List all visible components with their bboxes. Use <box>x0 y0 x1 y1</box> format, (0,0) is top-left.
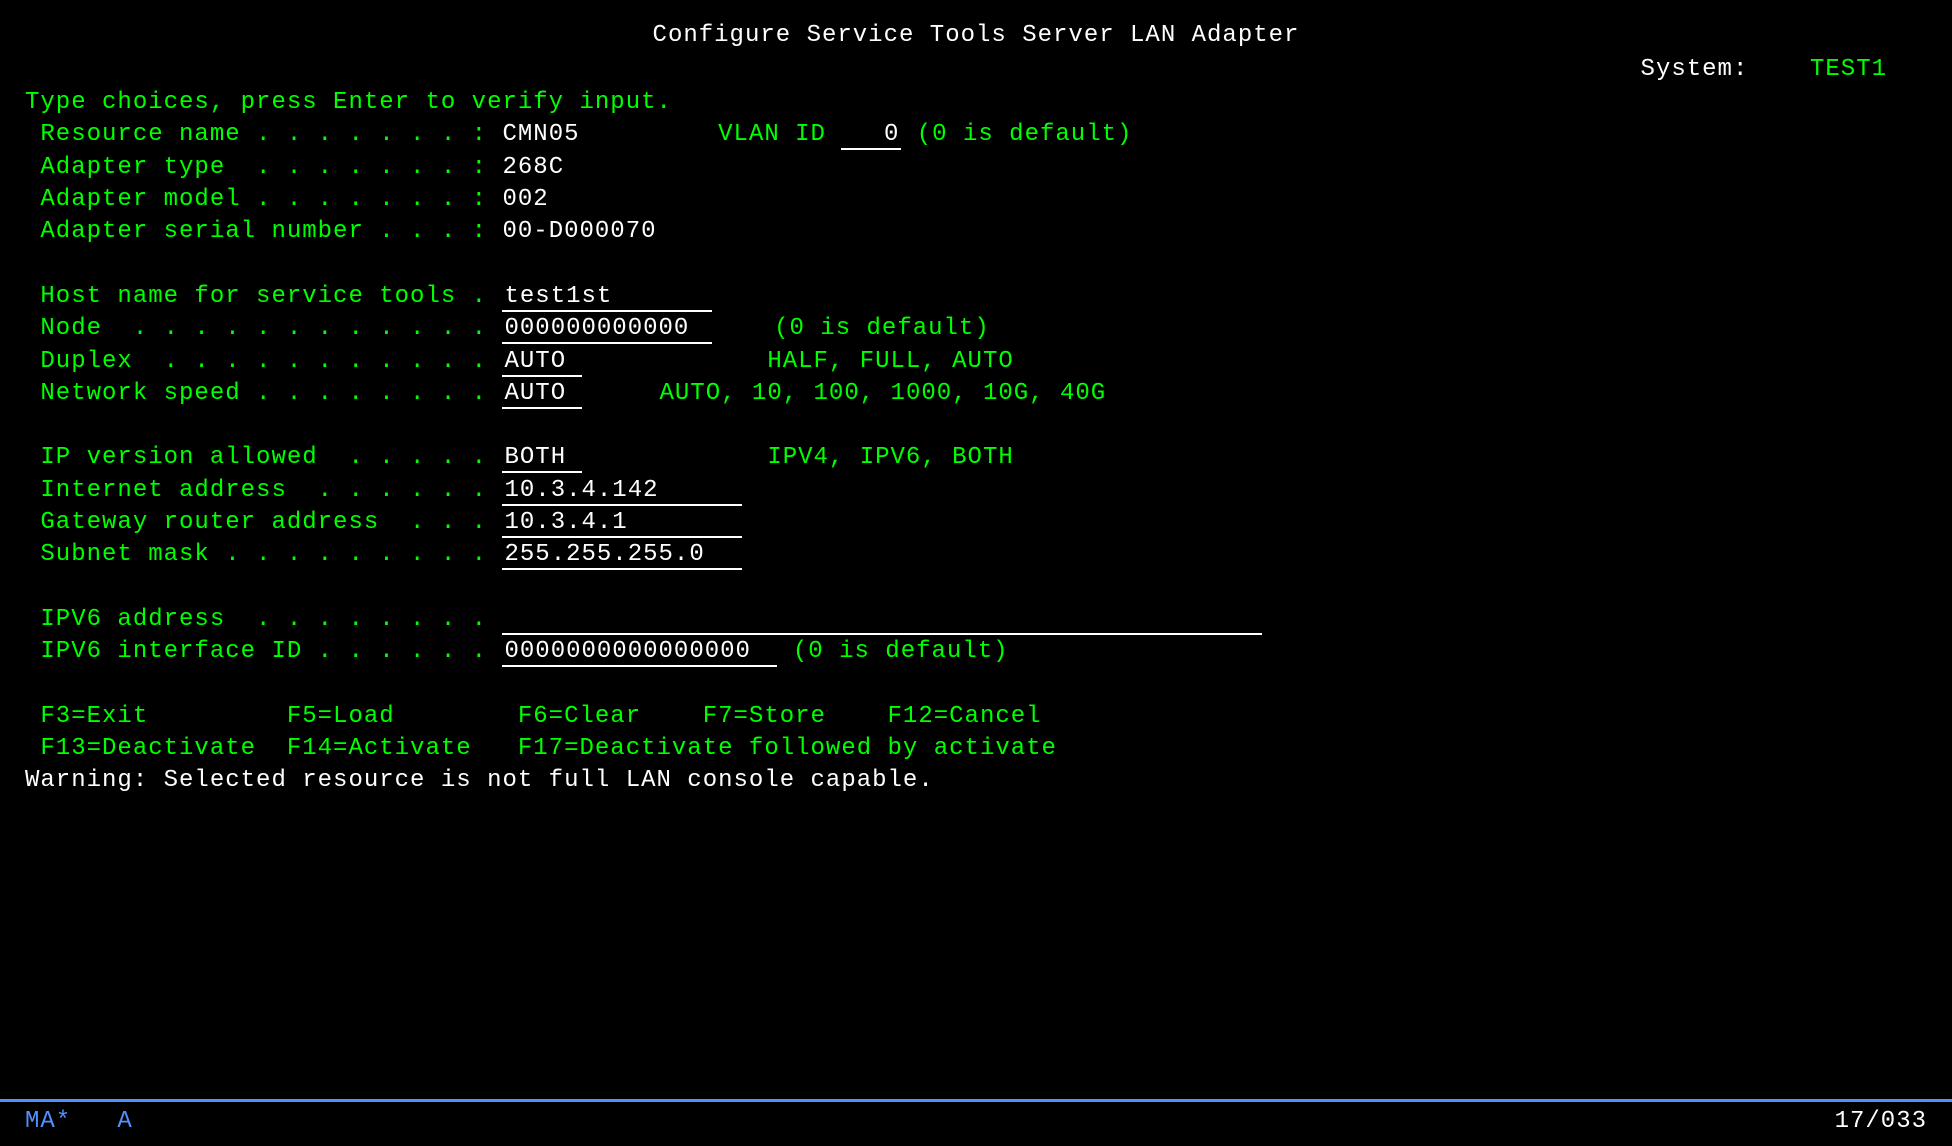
ipv6id-row: IPV6 interface ID . . . . . . (0 is defa… <box>25 636 1927 668</box>
adapter-model-label: Adapter model . . . . . . . : <box>25 186 487 213</box>
inet-row: Internet address . . . . . . <box>25 475 1927 507</box>
node-label: Node . . . . . . . . . . . . <box>25 315 487 342</box>
gateway-label: Gateway router address . . . <box>25 509 487 536</box>
status-left: MA* A <box>25 1106 133 1138</box>
netspeed-hint: AUTO, 10, 100, 1000, 10G, 40G <box>660 380 1107 407</box>
internet-address-input[interactable] <box>502 477 742 506</box>
hostname-input[interactable] <box>502 283 712 312</box>
resource-name-row: Resource name . . . . . . . : CMN05 VLAN… <box>25 119 1927 151</box>
vlan-id-input[interactable] <box>841 121 901 150</box>
node-input[interactable] <box>502 315 712 344</box>
gateway-address-input[interactable] <box>502 509 742 538</box>
gateway-row: Gateway router address . . . <box>25 507 1927 539</box>
netspeed-label: Network speed . . . . . . . . <box>25 380 487 407</box>
status-bar: MA* A 17/033 <box>0 1099 1952 1146</box>
ipv6id-label: IPV6 interface ID . . . . . . <box>25 638 487 665</box>
subnet-label: Subnet mask . . . . . . . . . <box>25 541 487 568</box>
hostname-row: Host name for service tools . <box>25 281 1927 313</box>
duplex-input[interactable] <box>502 348 582 377</box>
vlan-hint: (0 is default) <box>917 121 1133 148</box>
warning-message: Warning: Selected resource is not full L… <box>25 765 1927 797</box>
ip-version-input[interactable] <box>502 444 582 473</box>
ipv6-address-input[interactable] <box>502 606 1262 635</box>
network-speed-input[interactable] <box>502 380 582 409</box>
node-hint: (0 is default) <box>774 315 990 342</box>
ipv6-label: IPV6 address . . . . . . . . <box>25 606 487 633</box>
adapter-type-value: 268C <box>502 154 564 181</box>
hostname-label: Host name for service tools . <box>25 283 487 310</box>
adapter-type-label: Adapter type . . . . . . . : <box>25 154 487 181</box>
function-keys-line1[interactable]: F3=Exit F5=Load F6=Clear F7=Store F12=Ca… <box>25 701 1927 733</box>
adapter-serial-value: 00-D000070 <box>502 218 656 245</box>
ipver-label: IP version allowed . . . . . <box>25 444 487 471</box>
adapter-serial-row: Adapter serial number . . . : 00-D000070 <box>25 216 1927 248</box>
duplex-label: Duplex . . . . . . . . . . . <box>25 348 487 375</box>
adapter-model-row: Adapter model . . . . . . . : 002 <box>25 184 1927 216</box>
ipv6id-hint: (0 is default) <box>793 638 1009 665</box>
vlan-label: VLAN ID <box>718 121 826 148</box>
subnet-row: Subnet mask . . . . . . . . . <box>25 539 1927 571</box>
system-label: System: <box>1641 56 1749 83</box>
resource-name-label: Resource name . . . . . . . : <box>25 121 487 148</box>
instruction-text: Type choices, press Enter to verify inpu… <box>25 87 1927 119</box>
system-value: TEST1 <box>1810 56 1887 83</box>
duplex-hint: HALF, FULL, AUTO <box>767 348 1013 375</box>
function-keys-line2[interactable]: F13=Deactivate F14=Activate F17=Deactiva… <box>25 733 1927 765</box>
system-line: System: TEST1 <box>25 54 1927 86</box>
duplex-row: Duplex . . . . . . . . . . . HALF, FULL,… <box>25 346 1927 378</box>
adapter-type-row: Adapter type . . . . . . . : 268C <box>25 152 1927 184</box>
screen-title: Configure Service Tools Server LAN Adapt… <box>25 20 1927 52</box>
ipver-hint: IPV4, IPV6, BOTH <box>767 444 1013 471</box>
subnet-mask-input[interactable] <box>502 541 742 570</box>
ipver-row: IP version allowed . . . . . IPV4, IPV6,… <box>25 442 1927 474</box>
adapter-serial-label: Adapter serial number . . . : <box>25 218 487 245</box>
inet-label: Internet address . . . . . . <box>25 477 487 504</box>
adapter-model-value: 002 <box>502 186 548 213</box>
cursor-position: 17/033 <box>1835 1106 1927 1138</box>
ipv6-row: IPV6 address . . . . . . . . <box>25 604 1927 636</box>
resource-name-value: CMN05 <box>502 121 579 148</box>
node-row: Node . . . . . . . . . . . . (0 is defau… <box>25 313 1927 345</box>
netspeed-row: Network speed . . . . . . . . AUTO, 10, … <box>25 378 1927 410</box>
ipv6-interface-id-input[interactable] <box>502 638 777 667</box>
